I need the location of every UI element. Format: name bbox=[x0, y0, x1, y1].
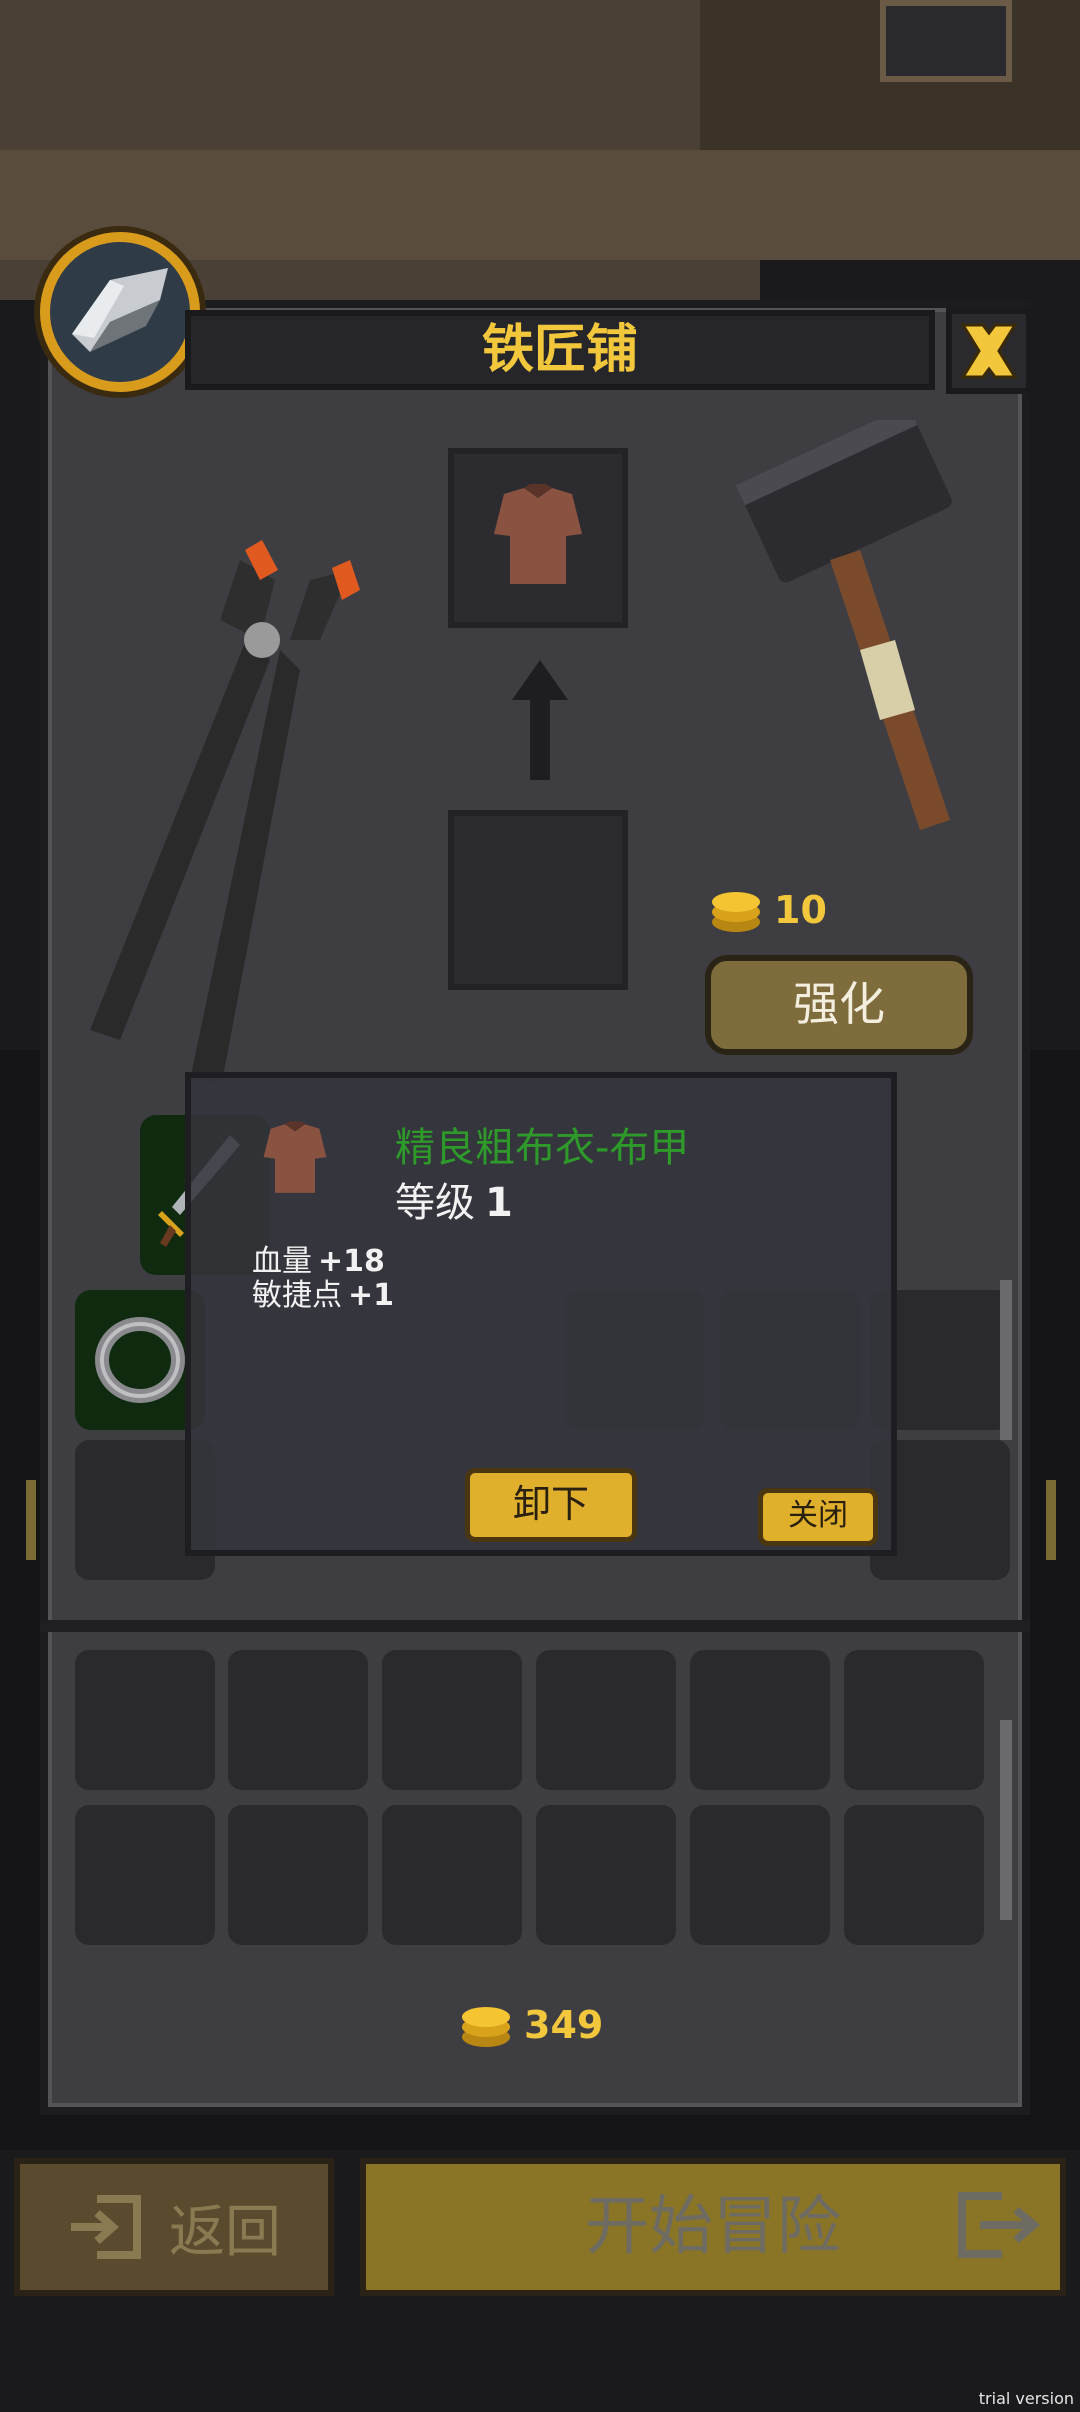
stat-label: 敏捷点 bbox=[252, 1278, 342, 1313]
tooltip-item-icon bbox=[235, 1100, 355, 1220]
gold-balance: 349 bbox=[460, 1995, 603, 2055]
enhance-cost: 10 bbox=[710, 880, 827, 940]
inventory-slot[interactable] bbox=[382, 1805, 522, 1945]
stat-value: +18 bbox=[318, 1244, 385, 1279]
source-slot[interactable] bbox=[448, 810, 628, 990]
hammer-icon bbox=[735, 420, 952, 830]
title-bar: 铁匠铺 bbox=[185, 310, 935, 390]
back-button[interactable]: 返回 bbox=[14, 2158, 334, 2296]
inventory-slot[interactable] bbox=[228, 1650, 368, 1790]
inventory-slot[interactable] bbox=[382, 1650, 522, 1790]
gold-amount: 349 bbox=[524, 2003, 604, 2047]
item-stats: 血量 +18 敏捷点 +1 bbox=[252, 1245, 394, 1313]
inventory-slot[interactable] bbox=[690, 1650, 830, 1790]
start-adventure-button[interactable]: 开始冒险 bbox=[360, 2158, 1066, 2296]
post bbox=[26, 1480, 36, 1560]
inventory-slot[interactable] bbox=[75, 1650, 215, 1790]
tongs-icon bbox=[90, 540, 360, 1082]
close-x-icon bbox=[960, 323, 1018, 379]
stat-label: 血量 bbox=[252, 1244, 312, 1279]
inventory-slot[interactable] bbox=[690, 1805, 830, 1945]
level-label: 等级 bbox=[395, 1180, 475, 1226]
page-title: 铁匠铺 bbox=[481, 320, 638, 380]
inventory-slot[interactable] bbox=[844, 1650, 984, 1790]
result-slot[interactable] bbox=[448, 448, 628, 628]
level-value: 1 bbox=[485, 1180, 513, 1226]
tunic-icon bbox=[263, 1121, 327, 1193]
tunic-icon bbox=[494, 484, 582, 584]
up-arrow-icon bbox=[512, 660, 568, 780]
cost-amount: 10 bbox=[774, 888, 827, 932]
enhance-button[interactable]: 强化 bbox=[705, 955, 973, 1055]
inventory-slot[interactable] bbox=[536, 1650, 676, 1790]
equipment-scrollbar[interactable] bbox=[1000, 1280, 1012, 1440]
watermark: trial version bbox=[978, 2389, 1074, 2408]
unequip-button[interactable]: 卸下 bbox=[465, 1468, 637, 1542]
anvil-badge-icon bbox=[40, 232, 200, 392]
stat-row: 敏捷点 +1 bbox=[252, 1279, 394, 1313]
inventory-slot[interactable] bbox=[536, 1805, 676, 1945]
post bbox=[1046, 1480, 1056, 1560]
gold-coin-icon bbox=[712, 892, 760, 932]
close-button[interactable] bbox=[946, 308, 1032, 394]
stat-row: 血量 +18 bbox=[252, 1245, 394, 1279]
inventory-slot[interactable] bbox=[228, 1805, 368, 1945]
back-label: 返回 bbox=[169, 2199, 281, 2265]
tooltip-close-button[interactable]: 关闭 bbox=[758, 1488, 878, 1546]
gold-coin-icon bbox=[462, 2007, 510, 2047]
item-level: 等级 1 bbox=[395, 1170, 513, 1228]
grid-divider bbox=[40, 1620, 1030, 1632]
item-name: 精良粗布衣-布甲 bbox=[395, 1125, 690, 1171]
window bbox=[880, 0, 1012, 82]
enter-icon bbox=[71, 2195, 141, 2259]
inventory-scrollbar[interactable] bbox=[1000, 1720, 1012, 1920]
stat-value: +1 bbox=[348, 1278, 395, 1313]
inventory-slot[interactable] bbox=[844, 1805, 984, 1945]
inventory-slot[interactable] bbox=[75, 1805, 215, 1945]
exit-icon bbox=[958, 2192, 1040, 2258]
